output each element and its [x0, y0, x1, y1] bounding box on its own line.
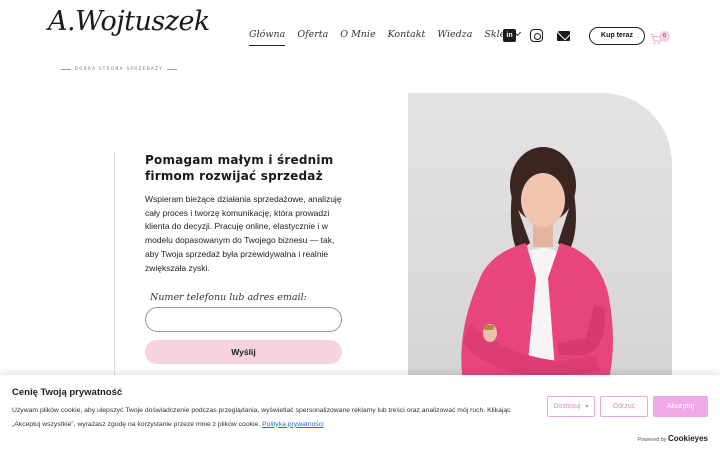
customize-button[interactable]: Dostosuj [547, 396, 595, 417]
portrait-illustration [461, 147, 613, 383]
hero-title: Pomagam małym i średnim firmom rozwijać … [145, 153, 334, 183]
caret-down-icon [584, 404, 589, 408]
logo-text: A.Wojtuszek [48, 6, 210, 37]
cookieyes-brand: Cookieyes [667, 434, 708, 443]
contact-field-label: Numer telefonu lub adres email: [150, 292, 307, 303]
accept-button[interactable]: Akceptuj [653, 396, 708, 417]
reject-button[interactable]: Odrzuć [600, 396, 648, 417]
hero-description: Wspieram bieżące działania sprzedażowe, … [145, 194, 342, 273]
cookie-consent-banner: Cenię Twoją prywatność Używam plików coo… [0, 375, 720, 450]
main-nav: Główna Oferta O Mnie Kontakt Wiedza Skle… [249, 28, 532, 46]
hero-photo [408, 93, 672, 383]
cookie-title: Cenię Twoją prywatność [12, 387, 123, 398]
powered-by-label: Powered by [637, 437, 667, 443]
privacy-policy-link[interactable]: Polityka prywatności [262, 421, 324, 428]
contact-input[interactable] [145, 307, 342, 332]
mail-icon[interactable] [557, 31, 570, 41]
submit-button[interactable]: Wyślij [145, 340, 342, 364]
linkedin-icon[interactable]: in [503, 29, 516, 42]
customize-label: Dostosuj [553, 403, 581, 410]
nav-item-wiedza[interactable]: Wiedza [437, 29, 472, 40]
powered-by[interactable]: Powered by Cookieyes [637, 434, 708, 443]
hero-divider [114, 152, 115, 377]
nav-item-glowna[interactable]: Główna [249, 29, 286, 46]
nav-item-oferta[interactable]: Oferta [297, 29, 328, 40]
nav-item-o-mnie[interactable]: O Mnie [340, 29, 375, 40]
site-logo[interactable]: A.Wojtuszek DOBRA STRONA SPRZEDAŻY [48, 2, 210, 74]
logo-tagline: DOBRA STRONA SPRZEDAŻY [54, 66, 184, 71]
cookie-text: Używam plików cookie, aby ulepszyć Twoje… [12, 404, 537, 431]
instagram-icon[interactable] [530, 29, 543, 42]
cart-count-badge: 0 [659, 31, 670, 42]
buy-now-button[interactable]: Kup teraz [589, 27, 645, 45]
nav-item-kontakt[interactable]: Kontakt [388, 29, 426, 40]
